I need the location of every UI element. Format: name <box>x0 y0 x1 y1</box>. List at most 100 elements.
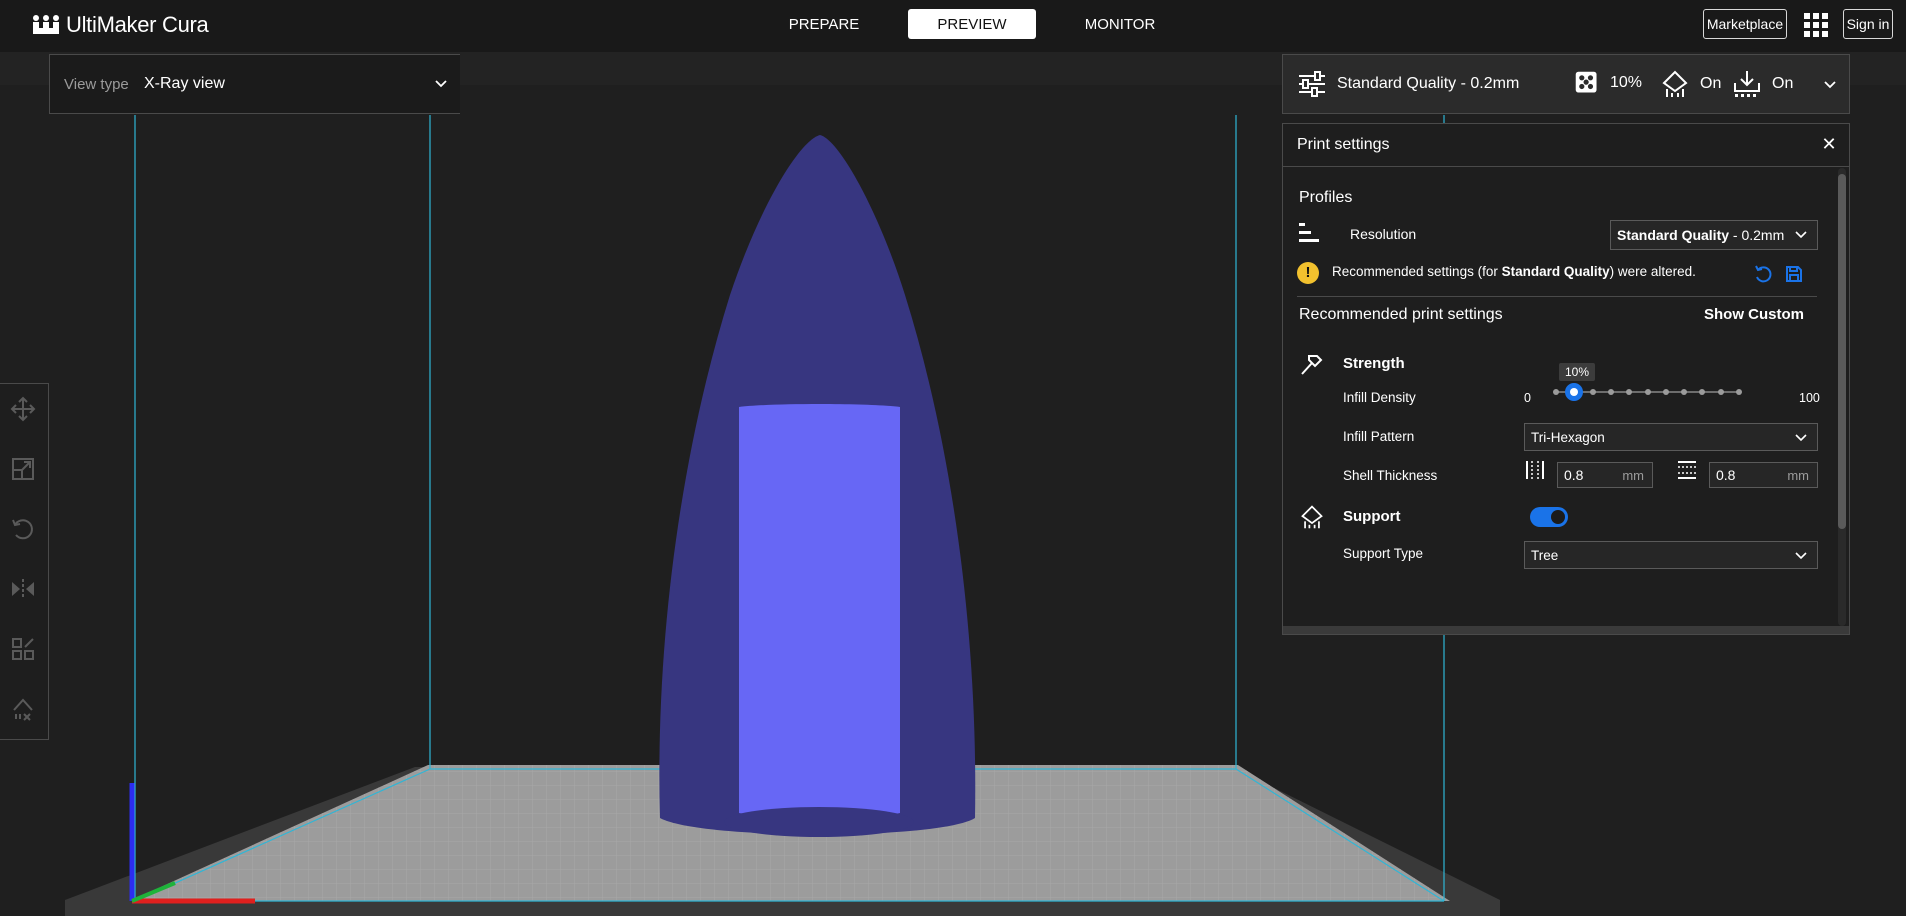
ultimaker-logo-icon <box>33 15 59 34</box>
strength-heading: Strength <box>1343 355 1405 372</box>
per-model-settings-icon <box>12 638 34 660</box>
infill-summary-text: 10% <box>1610 74 1643 91</box>
rotate-icon <box>12 519 33 540</box>
adhesion-summary-text: On <box>1772 75 1794 92</box>
scale-tool[interactable] <box>8 454 38 484</box>
resolution-value-rest: - 0.2mm <box>1729 227 1785 243</box>
rotate-tool[interactable] <box>8 514 38 544</box>
slider-tick <box>1662 389 1669 395</box>
infill-pattern-label: Infill Pattern <box>1343 429 1415 444</box>
tab-prepare[interactable]: PREPARE <box>760 9 888 39</box>
chevron-down-icon <box>1795 552 1807 560</box>
main-stage-tabs: PREPARE PREVIEW MONITOR <box>760 9 1184 39</box>
print-setup-summary[interactable]: Standard Quality - 0.2mm 10% On On <box>1282 54 1850 114</box>
support-toggle[interactable] <box>1530 507 1568 527</box>
chevron-down-icon <box>435 80 447 88</box>
infill-pattern-dropdown[interactable]: Tri-Hexagon <box>1524 423 1818 451</box>
move-tool[interactable] <box>8 394 38 424</box>
print-settings-header: Print settings ✕ <box>1283 124 1849 167</box>
support-blocker-icon <box>13 698 33 721</box>
print-settings-body: Profiles Resolution Standard Quality - 0… <box>1283 168 1843 628</box>
support-summary: On <box>1660 69 1721 99</box>
support-icon <box>1662 70 1688 97</box>
resolution-value-bold: Standard Quality <box>1617 227 1730 243</box>
slider-min-label: 0 <box>1524 391 1531 405</box>
per-model-settings-tool[interactable] <box>8 634 38 664</box>
close-icon[interactable]: ✕ <box>1821 135 1837 153</box>
tool-panel <box>0 383 49 740</box>
warning-icon: ! <box>1297 262 1319 284</box>
mirror-icon <box>12 579 34 599</box>
wall-thickness-input[interactable]: 0.8 mm <box>1557 462 1653 488</box>
support-heading: Support <box>1343 508 1401 525</box>
slider-tick <box>1736 389 1742 395</box>
slider-tick <box>1681 389 1688 395</box>
slider-tick <box>1607 389 1614 395</box>
wall-thickness-icon <box>1526 461 1544 479</box>
top-bottom-thickness-icon <box>1678 461 1696 479</box>
slider-tick <box>1626 389 1633 395</box>
infill-density-label: Infill Density <box>1343 390 1416 405</box>
chevron-down-icon[interactable] <box>1823 78 1837 92</box>
reset-icon[interactable] <box>1753 264 1773 284</box>
strength-hammer-icon <box>1301 355 1323 375</box>
infill-summary: 10% <box>1574 70 1642 96</box>
support-summary-text: On <box>1700 75 1722 92</box>
infill-density-tooltip: 10% <box>1559 363 1596 381</box>
scale-icon <box>12 458 34 480</box>
chevron-down-icon <box>1795 231 1807 239</box>
support-icon <box>1301 505 1323 529</box>
slider-tick <box>1717 389 1724 395</box>
top-bottom-thickness-input[interactable]: 0.8 mm <box>1709 462 1818 488</box>
resolution-icon <box>1299 223 1319 242</box>
slider-tick <box>1699 389 1706 395</box>
infill-icon <box>1575 71 1597 93</box>
profile-summary: Standard Quality - 0.2mm <box>1297 69 1519 99</box>
resolution-dropdown[interactable]: Standard Quality - 0.2mm <box>1610 220 1818 250</box>
adhesion-summary: On <box>1732 69 1793 99</box>
panel-resize-handle[interactable] <box>1283 626 1849 634</box>
support-type-dropdown[interactable]: Tree <box>1524 541 1818 569</box>
resolution-label: Resolution <box>1350 226 1417 242</box>
adhesion-icon <box>1734 71 1760 97</box>
top-bottom-thickness-value: 0.8 <box>1716 467 1736 483</box>
infill-density-slider[interactable] <box>1553 382 1742 402</box>
divider <box>1297 296 1817 297</box>
view-type-selector[interactable]: View type X-Ray view <box>49 54 460 114</box>
settings-sliders-icon <box>1299 71 1325 97</box>
tab-preview[interactable]: PREVIEW <box>908 9 1036 39</box>
mirror-tool[interactable] <box>8 574 38 604</box>
shell-thickness-label: Shell Thickness <box>1343 468 1438 483</box>
profiles-heading: Profiles <box>1299 189 1353 206</box>
model-inner-cylinder <box>739 404 900 818</box>
slider-tick <box>1644 389 1651 395</box>
apps-grid-icon[interactable] <box>1804 13 1828 37</box>
view-type-label: View type <box>64 75 129 93</box>
slider-handle[interactable] <box>1565 383 1584 401</box>
slider-max-label: 100 <box>1799 391 1820 405</box>
ultimaker-logo: UltiMaker Cura <box>32 12 209 38</box>
sign-in-button[interactable]: Sign in <box>1843 9 1893 39</box>
recommended-heading: Recommended print settings <box>1299 306 1503 323</box>
tab-monitor[interactable]: MONITOR <box>1056 9 1184 39</box>
infill-pattern-value: Tri-Hexagon <box>1531 429 1605 445</box>
slider-tick <box>1553 389 1559 395</box>
settings-altered-warning: Recommended settings (for Standard Quali… <box>1332 264 1696 279</box>
print-settings-title: Print settings <box>1297 136 1390 153</box>
move-icon <box>10 396 36 422</box>
top-bottom-thickness-unit: mm <box>1787 468 1809 483</box>
show-custom-button[interactable]: Show Custom <box>1704 306 1804 323</box>
app-header: UltiMaker Cura PREPARE PREVIEW MONITOR M… <box>0 0 1906 52</box>
print-settings-panel: Print settings ✕ Profiles Resolution Sta… <box>1282 123 1850 635</box>
wall-thickness-unit: mm <box>1622 468 1644 483</box>
slider-tick <box>1589 389 1596 395</box>
wall-thickness-value: 0.8 <box>1564 467 1584 483</box>
chevron-down-icon <box>1795 434 1807 442</box>
app-name: UltiMaker Cura <box>66 12 209 37</box>
support-type-value: Tree <box>1531 547 1559 563</box>
save-profile-icon[interactable] <box>1784 264 1804 284</box>
support-blocker-tool[interactable] <box>8 694 38 724</box>
support-type-label: Support Type <box>1343 546 1424 561</box>
marketplace-button[interactable]: Marketplace <box>1703 9 1787 39</box>
view-type-value: X-Ray view <box>144 75 225 92</box>
